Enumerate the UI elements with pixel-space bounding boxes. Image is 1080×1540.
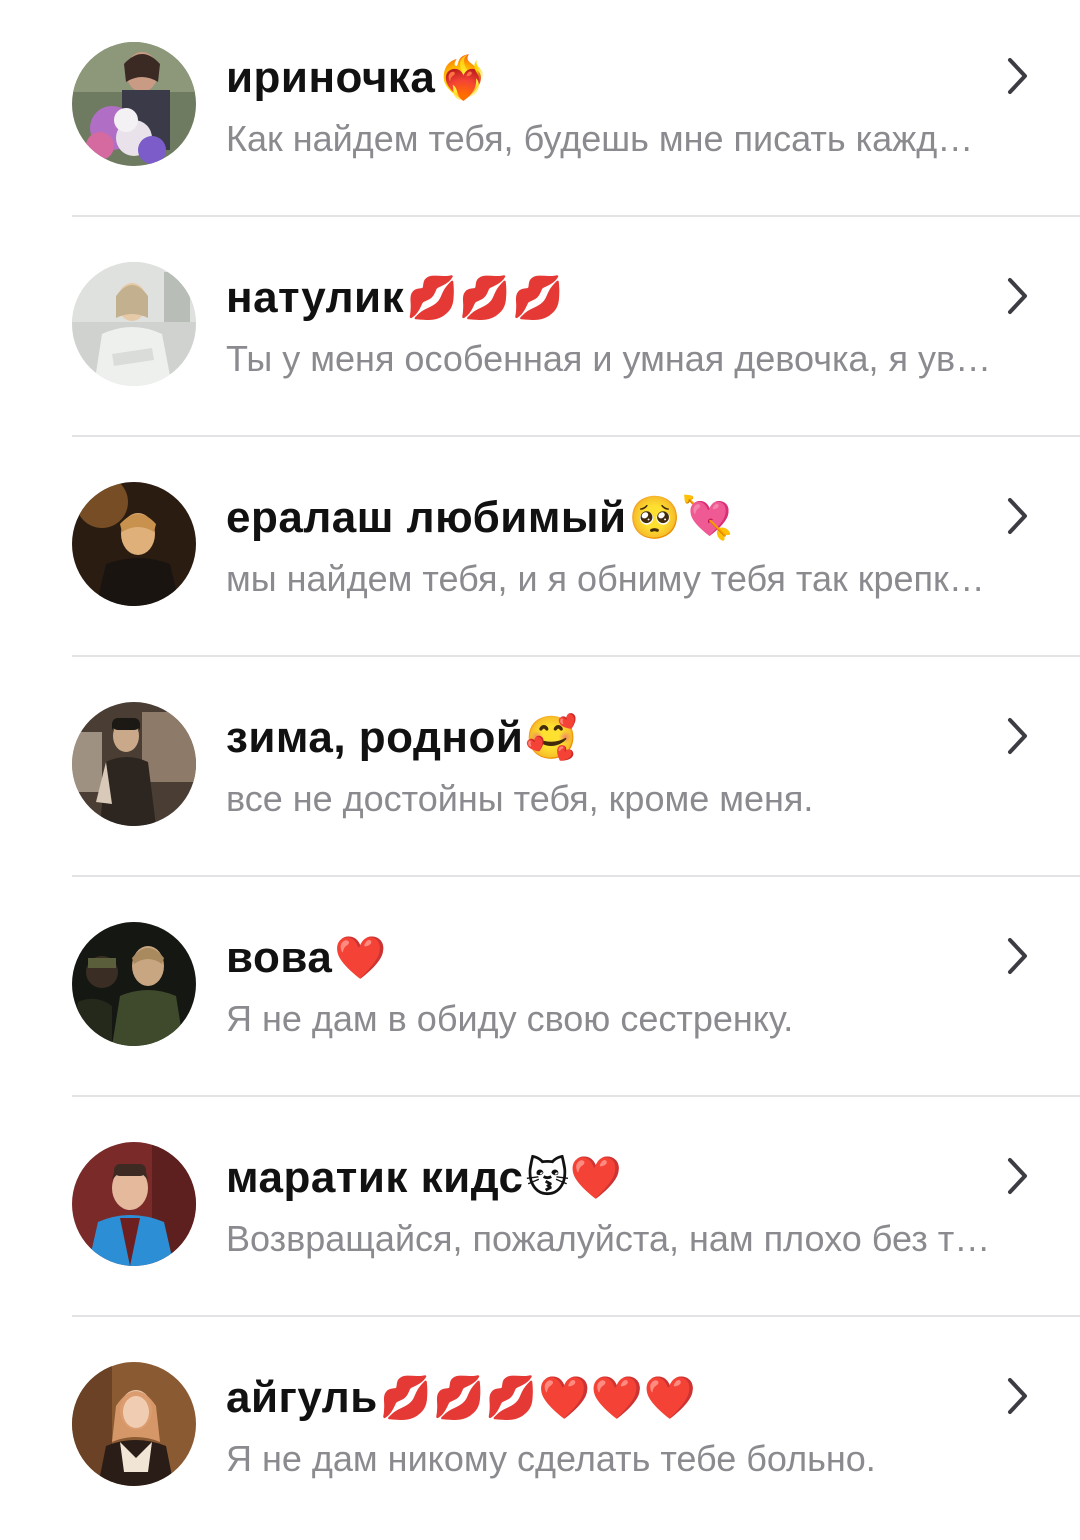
- message-preview: Я не дам никому сделать тебе больно.: [226, 1438, 876, 1479]
- message-preview: Как найдем тебя, будешь мне писать кажд…: [226, 118, 974, 159]
- message-preview: Ты у меня особенная и умная девочка, я у…: [226, 338, 992, 379]
- chat-list: ириночка❤️‍🔥 Как найдем тебя, будешь мне…: [0, 0, 1080, 1522]
- chevron-right-icon[interactable]: [1002, 276, 1032, 316]
- divider: [72, 1095, 1080, 1097]
- chat-row-3[interactable]: зима, родной🥰 все не достойны тебя, кром…: [0, 660, 1080, 880]
- chat-name-emoji: 🥰: [525, 714, 579, 761]
- chat-name: натулик💋💋💋: [226, 268, 565, 328]
- chat-name-text: вова: [226, 933, 333, 982]
- message-preview: Я не дам в обиду свою сестренку.: [226, 998, 794, 1039]
- chevron-right-icon[interactable]: [1002, 936, 1032, 976]
- chevron-right-icon[interactable]: [1002, 56, 1032, 96]
- avatar-school-girl-photo: [72, 1362, 196, 1486]
- chat-name-text: ириночка: [226, 53, 436, 102]
- avatar-blue-jacket-photo: [72, 1142, 196, 1266]
- chat-name-text: маратик кидс: [226, 1153, 524, 1202]
- avatar[interactable]: [72, 702, 196, 826]
- message-preview: мы найдем тебя, и я обниму тебя так креп…: [226, 558, 985, 599]
- chat-name-emoji: 💋💋💋❤️❤️❤️: [379, 1374, 697, 1421]
- chat-name: айгуль💋💋💋❤️❤️❤️: [226, 1368, 697, 1428]
- message-preview: все не достойны тебя, кроме меня.: [226, 778, 814, 819]
- chevron-right-icon[interactable]: [1002, 716, 1032, 756]
- chat-name-emoji: 🥺💘: [628, 494, 735, 541]
- avatar[interactable]: [72, 1362, 196, 1486]
- avatar[interactable]: [72, 922, 196, 1046]
- chevron-right-icon[interactable]: [1002, 1376, 1032, 1416]
- chevron-right-icon[interactable]: [1002, 1156, 1032, 1196]
- chevron-right-icon[interactable]: [1002, 496, 1032, 536]
- avatar-sitting-man-photo: [72, 702, 196, 826]
- chat-row-4[interactable]: вова❤️ Я не дам в обиду свою сестренку.: [0, 880, 1080, 1100]
- chat-name: маратик кидс😽❤️: [226, 1148, 623, 1208]
- chat-name-text: натулик: [226, 273, 405, 322]
- chat-name-text: ералаш любимый: [226, 493, 627, 542]
- avatar[interactable]: [72, 262, 196, 386]
- chat-name: вова❤️: [226, 928, 387, 988]
- chat-name-text: айгуль: [226, 1373, 378, 1422]
- chat-name-emoji: 😽❤️: [525, 1154, 623, 1201]
- chat-row-0[interactable]: ириночка❤️‍🔥 Как найдем тебя, будешь мне…: [0, 0, 1080, 220]
- divider: [72, 655, 1080, 657]
- chat-name-emoji: ❤️‍🔥: [437, 54, 491, 101]
- avatar-bouquet-photo: [72, 42, 196, 166]
- avatar-nurse-photo: [72, 262, 196, 386]
- avatar[interactable]: [72, 1142, 196, 1266]
- avatar[interactable]: [72, 42, 196, 166]
- divider: [72, 875, 1080, 877]
- chat-name-emoji: ❤️: [334, 934, 388, 981]
- divider: [72, 435, 1080, 437]
- message-preview: Возвращайся, пожалуйста, нам плохо без т…: [226, 1218, 991, 1259]
- chat-name: ералаш любимый🥺💘: [226, 488, 734, 548]
- avatar-dark-portrait-photo: [72, 482, 196, 606]
- avatar-night-street-photo: [72, 922, 196, 1046]
- chat-name: ириночка❤️‍🔥: [226, 48, 490, 108]
- chat-row-6[interactable]: айгуль💋💋💋❤️❤️❤️ Я не дам никому сделать …: [0, 1320, 1080, 1540]
- chat-name-emoji: 💋💋💋: [406, 274, 565, 321]
- avatar[interactable]: [72, 482, 196, 606]
- chat-row-5[interactable]: маратик кидс😽❤️ Возвращайся, пожалуйста,…: [0, 1100, 1080, 1320]
- chat-name-text: зима, родной: [226, 713, 524, 762]
- divider: [72, 1315, 1080, 1317]
- chat-row-1[interactable]: натулик💋💋💋 Ты у меня особенная и умная д…: [0, 220, 1080, 440]
- chat-row-2[interactable]: ералаш любимый🥺💘 мы найдем тебя, и я обн…: [0, 440, 1080, 660]
- chat-name: зима, родной🥰: [226, 708, 578, 768]
- divider: [72, 215, 1080, 217]
